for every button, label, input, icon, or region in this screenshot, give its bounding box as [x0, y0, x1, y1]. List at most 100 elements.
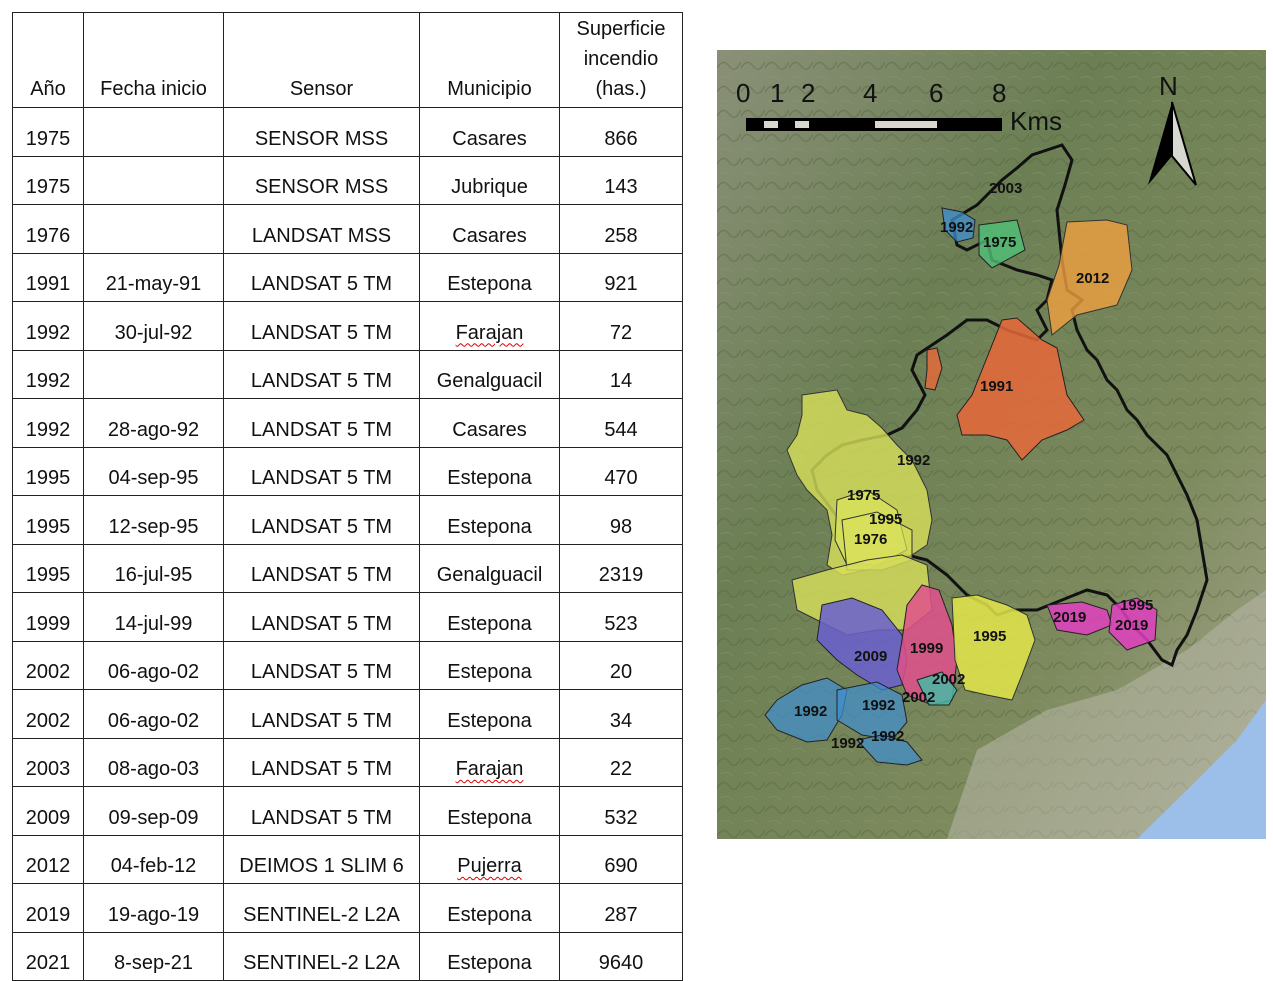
cell-sensor: LANDSAT 5 TM [223, 786, 420, 836]
map-label-1995-far-east: 1995 [1120, 597, 1153, 614]
table-row: 1975 SENSOR MSS Jubrique 143 [12, 155, 683, 205]
cell-area-text: 866 [604, 127, 638, 150]
cell-area: 2319 [559, 543, 683, 593]
cell-municipality-text: Estepona [447, 273, 532, 295]
cell-year-text: 1992 [25, 321, 71, 344]
cell-sensor: LANDSAT 5 TM [223, 446, 420, 496]
cell-municipality: Casares [419, 107, 560, 157]
cell-start-date [83, 349, 224, 399]
cell-area-text: 2319 [598, 564, 644, 586]
cell-sensor-text: LANDSAT 5 TM [250, 467, 393, 489]
cell-start-date: 8-sep-21 [83, 931, 224, 981]
cell-area: 72 [559, 301, 683, 351]
cell-year: 1992 [12, 301, 84, 351]
table-row: 1995 16-jul-95 LANDSAT 5 TM Genalguacil 2319 [12, 543, 683, 593]
table-row: 2012 04-feb-12 DEIMOS 1 SLIM 6 Pujerra 690 [12, 834, 683, 884]
cell-sensor-text: SENTINEL-2 L2A [243, 952, 400, 974]
cell-start-date-text: 8-sep-21 [114, 952, 193, 974]
cell-area: 14 [559, 349, 683, 399]
cell-start-date [83, 107, 224, 157]
cell-sensor-text: SENTINEL-2 L2A [243, 903, 400, 926]
cell-start-date-text: 06-ago-02 [107, 661, 200, 683]
cell-year: 1995 [12, 446, 84, 496]
map-label-2019-east: 2019 [1053, 609, 1086, 626]
cell-year-text: 2021 [25, 952, 71, 974]
table-row: 2003 08-ago-03 LANDSAT 5 TM Farajan 22 [12, 737, 683, 787]
cell-area-text: 72 [609, 321, 633, 344]
cell-start-date-text: 06-ago-02 [107, 709, 200, 732]
cell-sensor-text: LANDSAT 5 TM [250, 321, 393, 344]
table-row: 2019 19-ago-19 SENTINEL-2 L2A Estepona 287 [12, 883, 683, 933]
cell-sensor-text: LANDSAT 5 TM [250, 418, 393, 441]
table-row: 1999 14-jul-99 LANDSAT 5 TM Estepona 523 [12, 592, 683, 642]
cell-start-date: 19-ago-19 [83, 883, 224, 933]
cell-year-text: 2003 [25, 758, 71, 780]
cell-municipality: Estepona [419, 689, 560, 739]
cell-municipality: Casares [419, 398, 560, 448]
cell-municipality: Estepona [419, 640, 560, 690]
cell-start-date-text: 16-jul-95 [114, 564, 193, 586]
scale-unit: Kms [1010, 106, 1062, 136]
cell-sensor-text: LANDSAT 5 TM [250, 515, 393, 538]
cell-sensor-text: LANDSAT 5 TM [250, 370, 393, 392]
cell-sensor: LANDSAT 5 TM [223, 398, 420, 448]
cell-start-date: 12-sep-95 [83, 495, 224, 545]
map-label-1975-north: 1975 [983, 234, 1016, 251]
cell-area: 9640 [559, 931, 683, 981]
cell-municipality: Casares [419, 204, 560, 254]
cell-municipality: Estepona [419, 786, 560, 836]
cell-start-date: 08-ago-03 [83, 737, 224, 787]
table-row: 2009 09-sep-09 LANDSAT 5 TM Estepona 532 [12, 786, 683, 836]
cell-year-text: 2002 [25, 661, 71, 683]
cell-area-text: 9640 [598, 952, 644, 974]
cell-area: 544 [559, 398, 683, 448]
cell-start-date-text: 08-ago-03 [107, 758, 200, 780]
cell-start-date: 04-sep-95 [83, 446, 224, 496]
scale-tick-6: 6 [929, 78, 943, 108]
cell-year: 2012 [12, 834, 84, 884]
fire-perimeter-map: 0 1 2 4 6 8 Kms N 2003 1992 1975 2012 19… [717, 50, 1266, 839]
scale-tick-4: 4 [863, 78, 877, 108]
cell-sensor: LANDSAT 5 TM [223, 737, 420, 787]
cell-start-date-text: 28-ago-92 [107, 418, 200, 441]
cell-area-text: 690 [604, 855, 638, 877]
cell-municipality-text: Estepona [447, 515, 532, 538]
cell-sensor: SENTINEL-2 L2A [223, 883, 420, 933]
cell-sensor-text: LANDSAT MSS [251, 224, 392, 247]
cell-year: 1992 [12, 349, 84, 399]
cell-year-text: 1995 [25, 467, 71, 489]
cell-area-text: 470 [604, 467, 638, 489]
table-row: 2002 06-ago-02 LANDSAT 5 TM Estepona 20 [12, 640, 683, 690]
table-row: 1975 SENSOR MSS Casares 866 [12, 107, 683, 157]
cell-sensor: LANDSAT 5 TM [223, 592, 420, 642]
map-label-1992-mid: 1992 [897, 452, 930, 469]
cell-sensor-text: LANDSAT 5 TM [250, 758, 393, 780]
scale-tick-2: 2 [801, 78, 815, 108]
cell-year: 2003 [12, 737, 84, 787]
cell-area: 523 [559, 592, 683, 642]
header-start-date: Fecha inicio [83, 12, 224, 108]
cell-start-date: 14-jul-99 [83, 592, 224, 642]
cell-year-text: 1995 [25, 515, 71, 538]
header-year: Año [12, 12, 84, 108]
map-label-2002-b: 2002 [902, 689, 935, 706]
cell-sensor: LANDSAT 5 TM [223, 543, 420, 593]
cell-area: 258 [559, 204, 683, 254]
cell-year: 1999 [12, 592, 84, 642]
cell-area: 532 [559, 786, 683, 836]
map-label-1991: 1991 [980, 378, 1013, 395]
cell-area: 470 [559, 446, 683, 496]
cell-year: 1995 [12, 495, 84, 545]
cell-area-text: 921 [604, 273, 638, 295]
cell-year: 1976 [12, 204, 84, 254]
cell-municipality: Farajan [419, 737, 560, 787]
map-label-1995-east: 1995 [973, 628, 1006, 645]
cell-start-date: 04-feb-12 [83, 834, 224, 884]
cell-municipality-text: Estepona [447, 709, 532, 732]
cell-year: 2002 [12, 689, 84, 739]
cell-year-text: 1995 [25, 564, 71, 586]
cell-municipality-text: Pujerra [457, 855, 522, 877]
map-label-1992-sw: 1992 [794, 703, 827, 720]
scale-tick-1: 1 [770, 78, 784, 108]
cell-start-date-text: 14-jul-99 [114, 612, 193, 635]
